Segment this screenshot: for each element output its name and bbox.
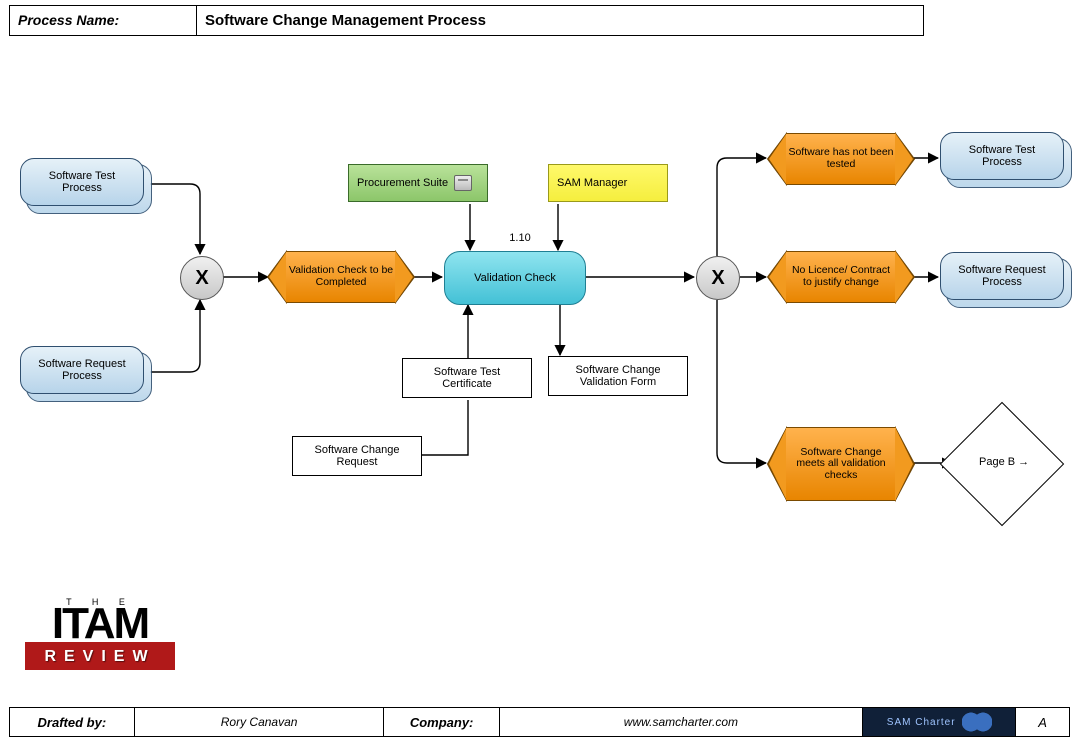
server-icon — [454, 175, 472, 191]
node-not-tested: Software has not been tested — [786, 133, 896, 185]
node-meets-checks: Software Change meets all validation che… — [786, 427, 896, 501]
footer-drafted-by-value: Rory Canavan — [135, 708, 385, 736]
node-software-test-certificate: Software Test Certificate — [402, 358, 532, 398]
footer-drafted-by-label: Drafted by: — [10, 708, 135, 736]
itam-logo-itam: ITAM — [25, 607, 175, 645]
node-software-change-request: Software Change Request — [292, 436, 422, 476]
footer-company-value: www.samcharter.com — [500, 708, 863, 736]
node-software-change-validation-form: Software Change Validation Form — [548, 356, 688, 396]
header-title-table: Process Name: Software Change Management… — [9, 5, 924, 36]
itam-logo-review: REVIEW — [25, 645, 175, 670]
page-b-label: Page B → — [954, 456, 1054, 468]
step-number-label: 1.10 — [500, 230, 540, 246]
footer-logo-text: SAM Charter — [887, 717, 956, 728]
node-page-b-diamond: Page B → — [940, 402, 1064, 526]
node-validation-check: Validation Check — [444, 251, 586, 305]
sam-manager-label: SAM Manager — [557, 177, 627, 189]
node-validation-to-complete: Validation Check to be Completed — [286, 251, 396, 303]
node-procurement-suite: Procurement Suite — [348, 164, 488, 202]
footer-samcharter-logo: SAM Charter — [863, 708, 1016, 736]
procurement-suite-label: Procurement Suite — [357, 177, 448, 189]
footer-table: Drafted by: Rory Canavan Company: www.sa… — [9, 707, 1070, 737]
node-sam-manager: SAM Manager — [548, 164, 668, 202]
node-no-licence: No Licence/ Contract to justify change — [786, 251, 896, 303]
process-name-label: Process Name: — [10, 6, 197, 35]
gateway-xor-1: X — [180, 256, 224, 300]
footer-company-label: Company: — [384, 708, 499, 736]
gateway-xor-2: X — [696, 256, 740, 300]
footer-page: A — [1016, 708, 1069, 736]
itam-review-logo: T H E ITAM REVIEW — [25, 597, 175, 670]
process-name-value: Software Change Management Process — [197, 6, 923, 35]
dna-icon — [962, 712, 992, 732]
